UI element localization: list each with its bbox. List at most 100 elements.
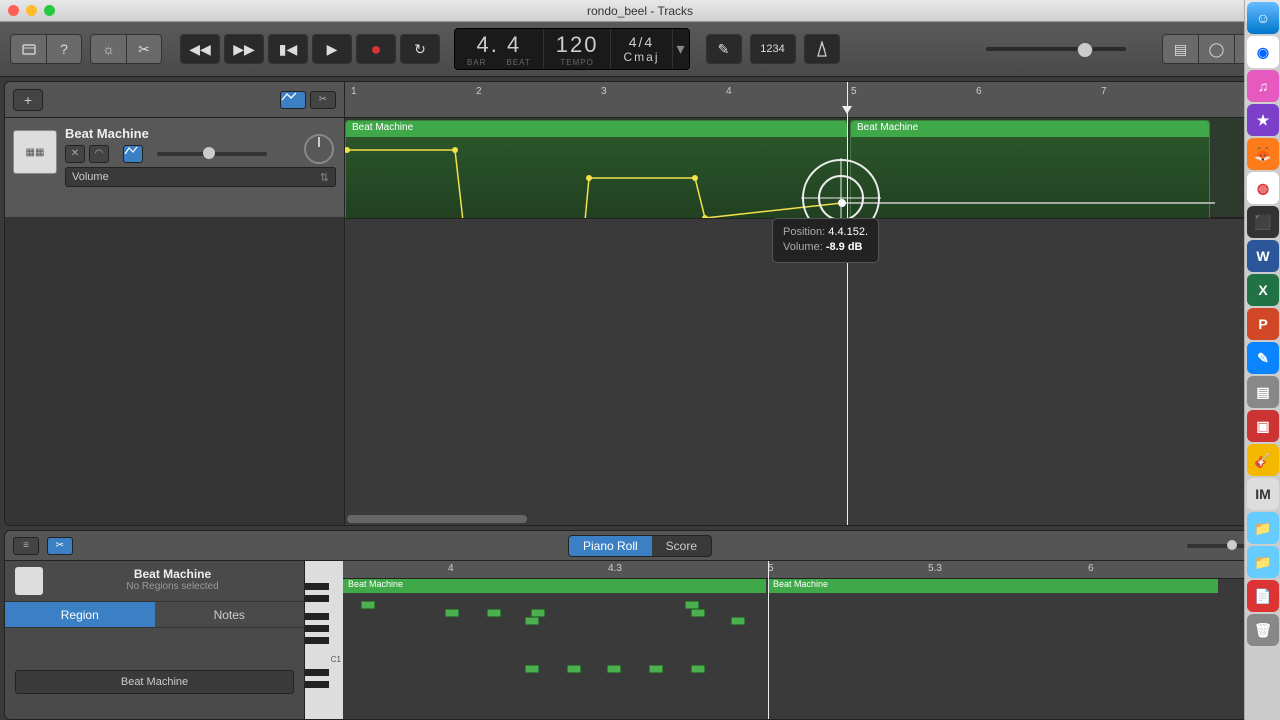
track-name: Beat Machine: [65, 126, 336, 141]
scissors-icon[interactable]: ✂: [126, 34, 162, 64]
add-track-button[interactable]: +: [13, 89, 43, 111]
forward-button[interactable]: ▶▶: [224, 34, 264, 64]
piano-keyboard[interactable]: C1: [305, 561, 343, 719]
app-icon[interactable]: ▤: [1247, 376, 1279, 408]
toolbar: ? ☼ ✂ ◀◀ ▶▶ ▮◀ ▶ ● ↻ 4. 4 BARBEAT 120 TE…: [0, 22, 1280, 77]
cycle-button[interactable]: ↻: [400, 34, 440, 64]
mute-button[interactable]: ✕: [65, 145, 85, 163]
loop-browser-button[interactable]: ◯: [1198, 34, 1234, 64]
chrome-icon[interactable]: ◍: [1247, 172, 1279, 204]
automation-tooltip: Position: 4.4.152. Volume: -8.9 dB: [772, 218, 879, 263]
folder-icon[interactable]: 📁: [1247, 512, 1279, 544]
track-volume-slider[interactable]: [157, 152, 267, 156]
track-row[interactable]: ▦▦ Beat Machine ✕ ◠ Volume⇅: [5, 118, 344, 218]
instrument-icon[interactable]: ▦▦: [13, 130, 57, 174]
transport-controls: ◀◀ ▶▶ ▮◀ ▶ ● ↻: [180, 34, 440, 64]
midi-note[interactable]: [607, 665, 621, 673]
headphone-icon[interactable]: ◠: [89, 145, 109, 163]
midi-note[interactable]: [567, 665, 581, 673]
lcd-tempo[interactable]: 120: [556, 32, 599, 58]
powerpoint-icon[interactable]: P: [1247, 308, 1279, 340]
window-title: rondo_beel - Tracks: [587, 4, 693, 18]
minimize-icon[interactable]: [26, 5, 37, 16]
timeline[interactable]: 1 2 3 4 5 6 7 Beat Machine Beat Machine: [345, 82, 1275, 525]
playhead[interactable]: [847, 82, 848, 525]
macos-dock: ☺ ◉ ♫ ★ 🦊 ◍ ⬛ W X P ✎ ▤ ▣ 🎸 IM 📁 📁 📄 🗑: [1244, 0, 1280, 720]
midi-note[interactable]: [445, 609, 459, 617]
tab-region[interactable]: Region: [5, 602, 155, 628]
tab-pianoroll[interactable]: Piano Roll: [569, 536, 652, 556]
midi-note[interactable]: [649, 665, 663, 673]
pan-knob[interactable]: [304, 134, 334, 164]
firefox-icon[interactable]: 🦊: [1247, 138, 1279, 170]
record-button[interactable]: ●: [356, 34, 396, 64]
pdf-icon[interactable]: 📄: [1247, 580, 1279, 612]
pencil-icon[interactable]: ✎: [706, 34, 742, 64]
tab-notes[interactable]: Notes: [155, 602, 305, 628]
lcd-position[interactable]: 4. 4: [467, 32, 531, 58]
pr-region-label: Beat Machine: [768, 579, 1218, 593]
play-button[interactable]: ▶: [312, 34, 352, 64]
midi-note[interactable]: [691, 609, 705, 617]
midi-note[interactable]: [691, 665, 705, 673]
close-icon[interactable]: [8, 5, 19, 16]
midi-note[interactable]: [525, 665, 539, 673]
lcd-display: 4. 4 BARBEAT 120 TEMPO 4/4 Cmaj ▾: [454, 28, 690, 70]
arrange-area: + ✂ ▦▦ Beat Machine ✕ ◠ Volume⇅: [4, 81, 1276, 526]
itunes-icon[interactable]: ♫: [1247, 70, 1279, 102]
master-volume-slider[interactable]: [986, 47, 1126, 51]
arrange-empty[interactable]: [345, 218, 1275, 525]
timeline-ruler[interactable]: 1 2 3 4 5 6 7: [345, 82, 1275, 118]
midi-note[interactable]: [531, 609, 545, 617]
horizontal-scrollbar[interactable]: [347, 515, 527, 523]
metronome-icon[interactable]: [804, 34, 840, 64]
help-button[interactable]: ?: [46, 34, 82, 64]
stop-button[interactable]: ▮◀: [268, 34, 308, 64]
app-icon[interactable]: ▣: [1247, 410, 1279, 442]
playhead-marker-icon: [842, 106, 852, 114]
finder-icon[interactable]: ☺: [1247, 2, 1279, 34]
garageband-icon[interactable]: 🎸: [1247, 444, 1279, 476]
piano-roll-grid[interactable]: 4 4.3 5 5.3 6 Beat Machine Beat Machine: [343, 561, 1275, 719]
trash-icon[interactable]: 🗑: [1247, 614, 1279, 646]
pr-track-name: Beat Machine: [51, 567, 294, 581]
library-button[interactable]: [10, 34, 46, 64]
midi-note[interactable]: [525, 617, 539, 625]
pr-menu-icon[interactable]: ≡: [13, 537, 39, 555]
app-icon[interactable]: ★: [1247, 104, 1279, 136]
pr-tool-icon[interactable]: ✂: [47, 537, 73, 555]
automation-toggle[interactable]: [280, 91, 306, 109]
settings-icon[interactable]: ☼: [90, 34, 126, 64]
midi-note[interactable]: [731, 617, 745, 625]
editor-view-tabs[interactable]: Piano Roll Score: [568, 535, 712, 557]
midi-note[interactable]: [361, 601, 375, 609]
folder-icon[interactable]: 📁: [1247, 546, 1279, 578]
pr-ruler[interactable]: 4 4.3 5 5.3 6: [343, 561, 1275, 579]
lcd-key[interactable]: Cmaj: [623, 50, 659, 64]
app-icon[interactable]: ⬛: [1247, 206, 1279, 238]
safari-icon[interactable]: ◉: [1247, 36, 1279, 68]
automation-mode[interactable]: [123, 145, 143, 163]
piano-roll-panel: ≡ ✂ Piano Roll Score Beat Machine No Reg…: [4, 530, 1276, 720]
region-lane[interactable]: Beat Machine Beat Machine Position: 4.4.…: [345, 118, 1275, 218]
excel-icon[interactable]: X: [1247, 274, 1279, 306]
count-in-button[interactable]: 1234: [750, 34, 796, 64]
rewind-button[interactable]: ◀◀: [180, 34, 220, 64]
pr-selection-status: No Regions selected: [51, 581, 294, 592]
tool-menu[interactable]: ✂: [310, 91, 336, 109]
zoom-icon[interactable]: [44, 5, 55, 16]
word-icon[interactable]: W: [1247, 240, 1279, 272]
pr-inspector: Beat Machine No Regions selected Region …: [5, 561, 305, 719]
note-pad-button[interactable]: ▤: [1162, 34, 1198, 64]
app-icon[interactable]: IM: [1247, 478, 1279, 510]
automation-parameter-select[interactable]: Volume⇅: [65, 167, 336, 187]
app-icon[interactable]: ✎: [1247, 342, 1279, 374]
lcd-timesig[interactable]: 4/4: [623, 34, 659, 50]
pr-region-label: Beat Machine: [343, 579, 766, 593]
pr-region-name-field[interactable]: Beat Machine: [15, 670, 294, 694]
window-controls: [8, 5, 55, 16]
midi-note[interactable]: [487, 609, 501, 617]
midi-note[interactable]: [685, 601, 699, 609]
region-label: Beat Machine: [346, 121, 847, 137]
tab-score[interactable]: Score: [652, 536, 711, 556]
